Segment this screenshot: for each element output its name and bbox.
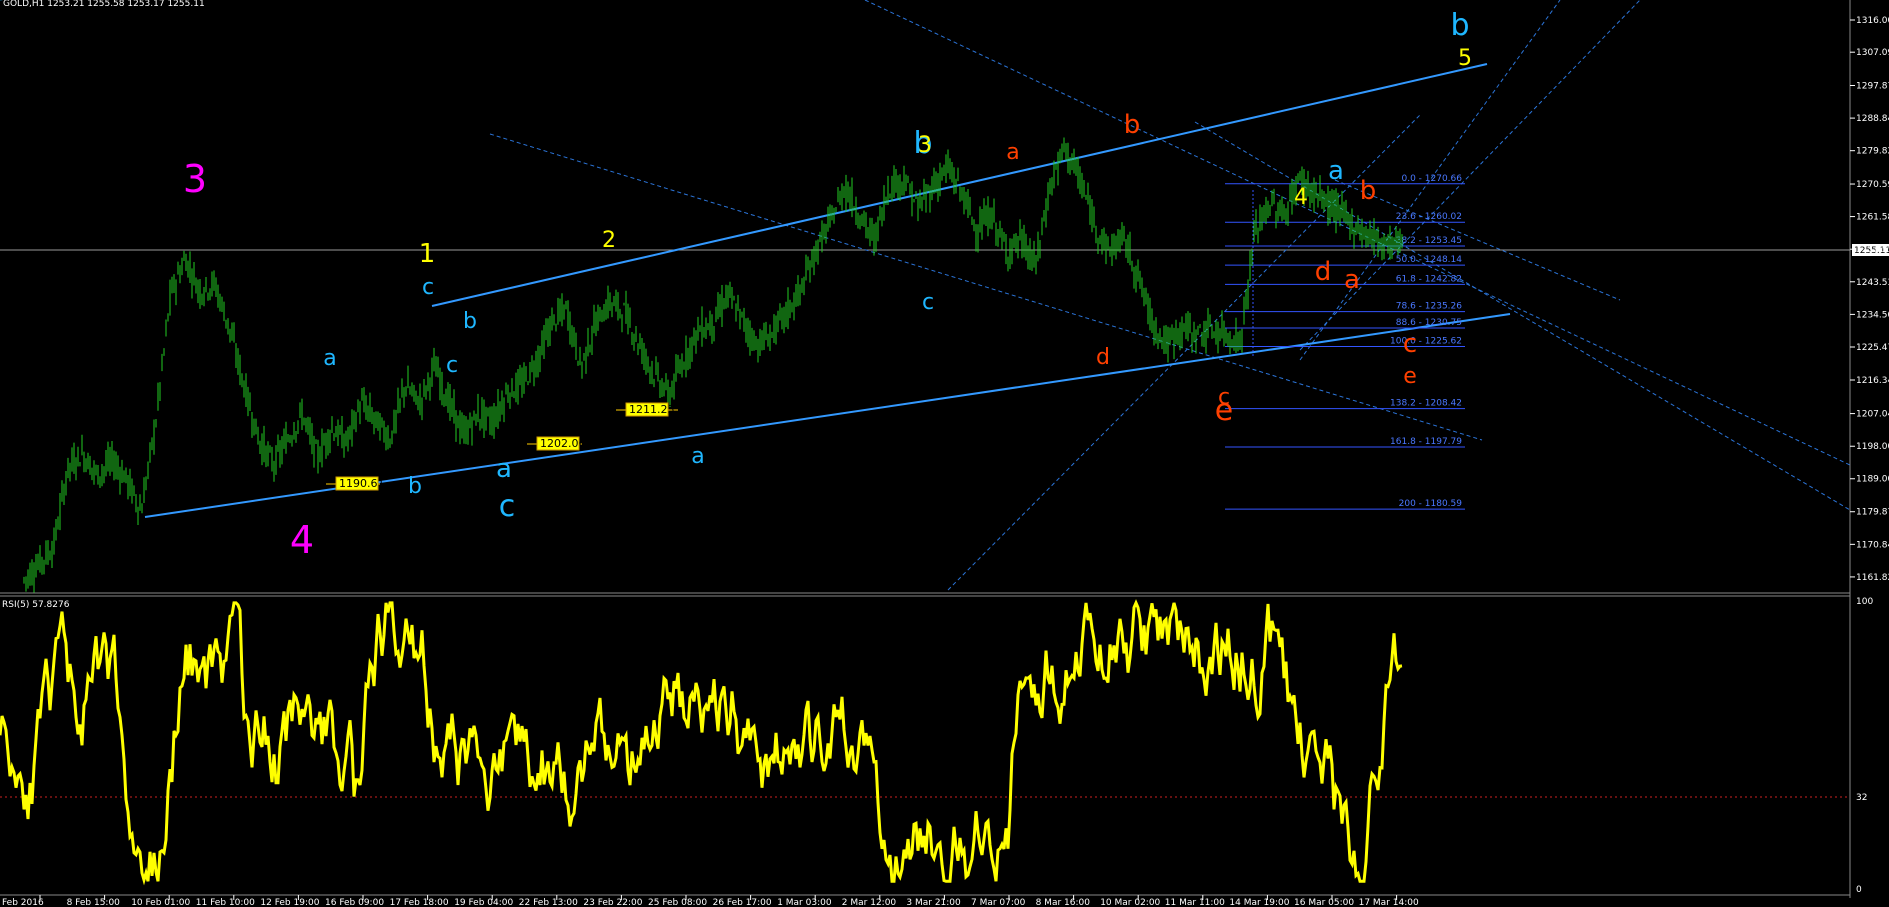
price-label: 1211.23 — [629, 403, 675, 416]
wave-label: 3 — [918, 133, 932, 158]
price-axis-label: 1161.82 — [1856, 573, 1889, 583]
fib-level-label: 50.0 - 1248.14 — [1396, 255, 1462, 265]
time-axis-label: 22 Feb 13:00 — [519, 898, 578, 907]
fib-level-label: 88.6 - 1230.75 — [1396, 318, 1462, 328]
fib-level-label: 61.8 - 1242.82 — [1396, 274, 1462, 284]
wave-label: 2 — [602, 228, 616, 253]
rsi-axis-label-100: 100 — [1856, 597, 1873, 607]
wave-label: 1 — [419, 239, 436, 269]
wave-label: b — [1124, 110, 1141, 140]
wave-label: a — [1344, 265, 1360, 295]
wave-label: b — [1360, 176, 1377, 206]
price-axis-label: 1270.59 — [1856, 180, 1889, 190]
price-axis-label: 1198.00 — [1856, 442, 1889, 452]
wave-label: b — [408, 474, 422, 499]
time-axis-label: 25 Feb 08:00 — [648, 898, 707, 907]
fib-level-label: 100.0 - 1225.62 — [1390, 336, 1462, 346]
time-axis-label: 17 Feb 18:00 — [390, 898, 449, 907]
wave-label: a — [691, 444, 704, 469]
time-axis-label: 11 Mar 11:00 — [1165, 898, 1225, 907]
time-axis-label: 12 Feb 19:00 — [260, 898, 319, 907]
time-axis-label: 23 Feb 22:00 — [583, 898, 642, 907]
time-axis-label: 11 Feb 10:00 — [196, 898, 255, 907]
fib-level-label: 0.0 - 1270.66 — [1402, 174, 1463, 184]
time-axis-label: 14 Mar 19:00 — [1229, 898, 1289, 907]
wave-label: c — [1403, 329, 1417, 359]
price-axis-label: 1243.53 — [1856, 278, 1889, 288]
wave-label: c — [922, 290, 934, 315]
wave-label: 4 — [290, 518, 314, 562]
wave-label: a — [323, 346, 336, 371]
time-axis-label: 7 Mar 07:00 — [971, 898, 1026, 907]
price-axis-label: 1189.00 — [1856, 475, 1889, 485]
price-axis-label: 1316.00 — [1856, 16, 1889, 26]
wave-label: d — [1315, 257, 1332, 287]
wave-label: c — [446, 353, 458, 378]
wave-label: a — [1328, 156, 1344, 186]
price-axis-label: 1170.84 — [1856, 540, 1889, 550]
fib-level-label: 38.2 - 1253.45 — [1396, 236, 1462, 246]
price-label: 1202.06 — [540, 437, 586, 450]
wave-label: c — [0, 0, 6, 6]
fib-level-label: 78.6 - 1235.26 — [1396, 302, 1462, 312]
time-axis-label: 19 Feb 04:00 — [454, 898, 513, 907]
price-axis-label: 1307.09 — [1856, 48, 1889, 58]
time-axis-label: 16 Feb 09:00 — [325, 898, 384, 907]
wave-label: e — [1215, 393, 1233, 428]
wave-label: d — [1096, 345, 1110, 370]
time-axis-label: 8 Feb 15:00 — [67, 898, 121, 907]
wave-label: b — [463, 309, 477, 334]
time-axis-label: Feb 2016 — [2, 898, 44, 907]
wave-label: c — [422, 275, 434, 300]
wave-label: 4 — [1294, 185, 1308, 210]
symbol-header: GOLD,H1 1253.21 1255.58 1253.17 1255.11 — [3, 0, 205, 9]
time-axis-label: 1 Mar 03:00 — [777, 898, 832, 907]
wave-label: 3 — [183, 157, 207, 201]
fib-level-label: 200 - 1180.59 — [1399, 499, 1463, 509]
time-axis-label: 8 Mar 16:00 — [1036, 898, 1091, 907]
price-label: 1190.61 — [339, 477, 385, 490]
price-axis-label: 1279.82 — [1856, 147, 1889, 157]
fib-level-label: 23.6 - 1260.02 — [1396, 212, 1462, 222]
rsi-axis-label-32: 32 — [1856, 793, 1867, 803]
time-axis-label: 16 Mar 05:00 — [1294, 898, 1354, 907]
wave-label: b — [1450, 8, 1469, 43]
price-axis-label: 1234.50 — [1856, 310, 1889, 320]
time-axis-label: 10 Feb 01:00 — [131, 898, 190, 907]
price-axis-label: 1288.84 — [1856, 114, 1889, 124]
price-axis-label: 1216.34 — [1856, 376, 1889, 386]
chart-area[interactable]: GOLD,H1 1253.21 1255.58 1253.17 1255.11 … — [0, 0, 1889, 907]
price-axis-label: 1252.55 — [1856, 245, 1889, 255]
wave-label: 5 — [1458, 46, 1472, 71]
rsi-axis-label-0: 0 — [1856, 885, 1862, 895]
rsi-header: RSI(5) 57.8276 — [2, 600, 70, 610]
time-axis-label: 26 Feb 17:00 — [713, 898, 772, 907]
price-axis-label: 1297.87 — [1856, 81, 1889, 91]
price-axis-label: 1179.87 — [1856, 508, 1889, 518]
price-axis-label: 1225.47 — [1856, 343, 1889, 353]
fib-level-label: 138.2 - 1208.42 — [1390, 399, 1462, 409]
wave-label: e — [1403, 364, 1417, 389]
wave-label: c — [499, 489, 516, 524]
time-axis-label: 3 Mar 21:00 — [906, 898, 961, 907]
time-axis-label: 2 Mar 12:00 — [842, 898, 897, 907]
time-axis-label: 10 Mar 02:00 — [1100, 898, 1160, 907]
wave-label: a — [1006, 140, 1019, 165]
wave-label: a — [496, 454, 512, 484]
fib-level-label: 161.8 - 1197.79 — [1390, 437, 1462, 447]
price-axis-label: 1261.58 — [1856, 213, 1889, 223]
time-axis-label: 17 Mar 14:00 — [1359, 898, 1419, 907]
price-axis-label: 1207.04 — [1856, 410, 1889, 420]
